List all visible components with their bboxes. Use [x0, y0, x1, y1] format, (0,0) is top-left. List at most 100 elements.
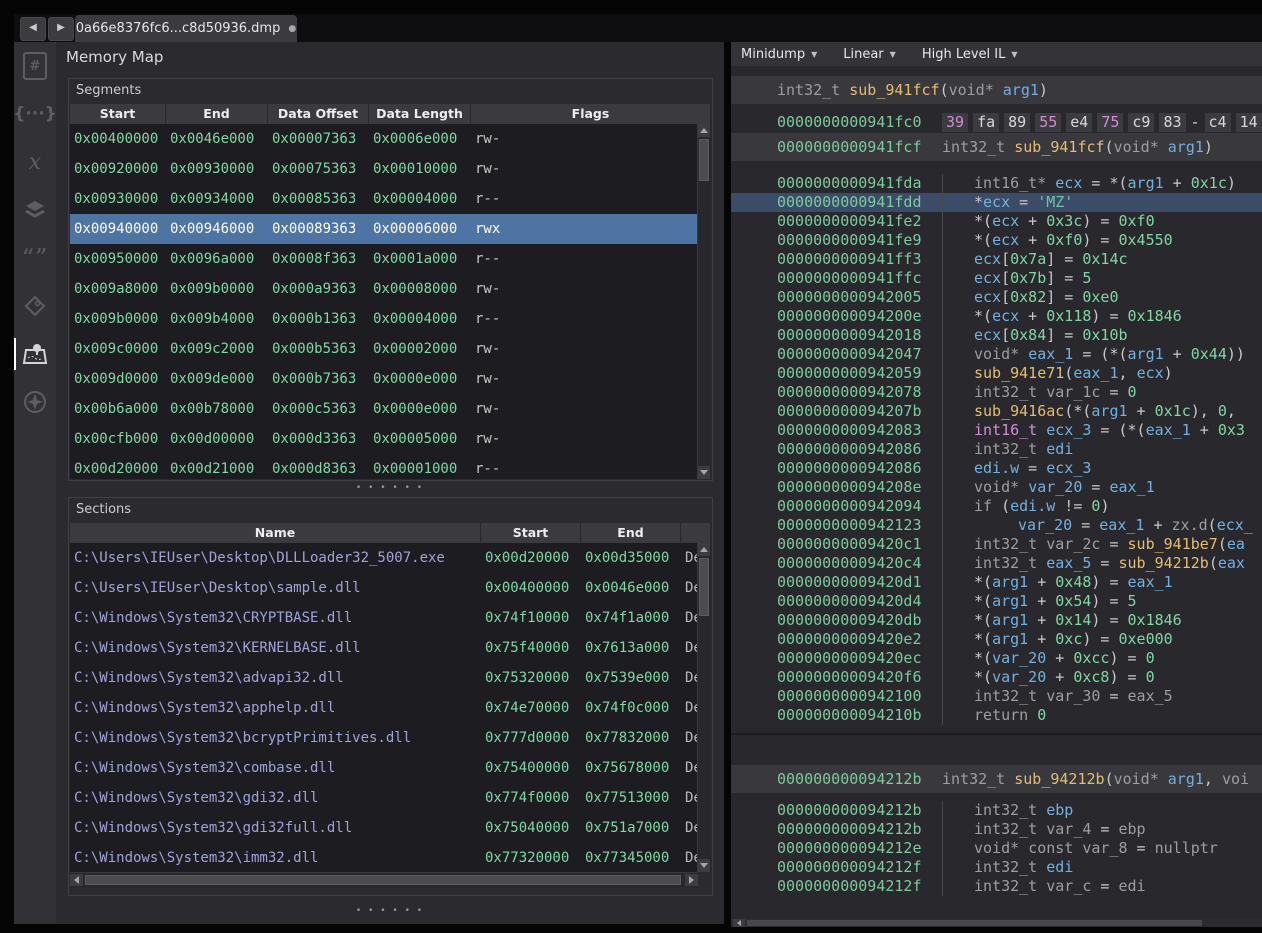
column-header-name[interactable]: Name	[70, 523, 481, 543]
segment-row[interactable]: 0x009500000x0096a0000x0008f3630x0001a000…	[70, 244, 698, 274]
section-row[interactable]: C:\Users\IEUser\Desktop\DLLLoader32_5007…	[70, 543, 698, 573]
scrollbar-thumb[interactable]	[699, 558, 709, 616]
segment-row[interactable]: 0x009400000x009460000x000893630x00006000…	[70, 214, 698, 244]
segments-vertical-scrollbar[interactable]	[697, 124, 711, 479]
code-line[interactable]: 0000000000942018ecx[0x84] = 0x10b	[731, 326, 1262, 345]
column-header-start[interactable]: Start	[70, 104, 166, 124]
column-header-flags[interactable]: Flags	[471, 104, 711, 124]
sidebar-item-variables[interactable]: x	[14, 138, 56, 186]
section-row[interactable]: C:\Windows\System32\KERNELBASE.dll0x75f4…	[70, 633, 698, 663]
sidebar-item-hash-document[interactable]: #	[14, 42, 56, 90]
scrollbar-thumb[interactable]	[85, 875, 681, 885]
segment-row[interactable]: 0x00b6a0000x00b780000x000c53630x0000e000…	[70, 394, 698, 424]
nav-back-button[interactable]: ◀	[20, 17, 46, 41]
function-header-line[interactable]: int32_t sub_941fcf(void* arg1)	[731, 76, 1262, 104]
code-line[interactable]: 000000000094212fint32_t var_c = edi	[731, 877, 1262, 896]
segment-row[interactable]: 0x00cfb0000x00d000000x000d33630x00005000…	[70, 424, 698, 454]
function-header-line[interactable]: 000000000094212bint32_t sub_94212b(void*…	[731, 765, 1262, 793]
code-line[interactable]: 0000000000942094if (edi.w != 0)	[731, 497, 1262, 516]
segment-row[interactable]: 0x004000000x0046e0000x000073630x0006e000…	[70, 124, 698, 154]
sidebar-item-stack[interactable]	[14, 186, 56, 234]
sidebar-item-strings[interactable]: “”	[14, 234, 56, 282]
segment-row[interactable]: 0x009300000x009340000x000853630x00004000…	[70, 184, 698, 214]
column-header-end[interactable]: End	[581, 523, 681, 543]
segment-row[interactable]: 0x009d00000x009de0000x000b73630x0000e000…	[70, 364, 698, 394]
code-line[interactable]: 00000000009420d4*(arg1 + 0x54) = 5	[731, 592, 1262, 611]
code-line[interactable]: 0000000000942086edi.w = ecx_3	[731, 459, 1262, 478]
sidebar-item-compass[interactable]	[14, 378, 56, 426]
code-line[interactable]: 000000000094212evoid* const var_8 = null…	[731, 839, 1262, 858]
nav-forward-button[interactable]: ▶	[48, 17, 74, 41]
code-line[interactable]: 0000000000941ffcecx[0x7b] = 5	[731, 269, 1262, 288]
sidebar-item-types[interactable]: {···}	[14, 90, 56, 138]
segment-row[interactable]: 0x009a80000x009b00000x000a93630x00008000…	[70, 274, 698, 304]
scroll-right-button[interactable]	[685, 874, 698, 886]
linear-disassembly-view[interactable]: int32_t sub_941fcf(void* arg1) 0000000000…	[731, 66, 1262, 919]
code-line[interactable]: 0000000000942047void* eax_1 = (*(arg1 + …	[731, 345, 1262, 364]
scrollbar-thumb[interactable]	[747, 920, 1202, 926]
segment-row[interactable]: 0x009b00000x009b40000x000b13630x00004000…	[70, 304, 698, 334]
column-header-end[interactable]: End	[166, 104, 268, 124]
sidebar-item-memory-map[interactable]	[14, 330, 56, 378]
segment-row[interactable]: 0x009c00000x009c20000x000b53630x00002000…	[70, 334, 698, 364]
code-line[interactable]: 0000000000942005ecx[0x82] = 0xe0	[731, 288, 1262, 307]
section-row[interactable]: C:\Windows\System32\apphelp.dll0x74e7000…	[70, 693, 698, 723]
view-frame-dropdown[interactable]: Minidump ▼	[741, 47, 817, 62]
column-header-data-length[interactable]: Data Length	[369, 104, 471, 124]
section-row[interactable]: C:\Users\IEUser\Desktop\sample.dll0x0040…	[70, 573, 698, 603]
code-line[interactable]: 00000000009420d1*(arg1 + 0x48) = eax_1	[731, 573, 1262, 592]
code-line[interactable]: 0000000000941ff3ecx[0x7a] = 0x14c	[731, 250, 1262, 269]
section-row[interactable]: C:\Windows\System32\gdi32full.dll0x75040…	[70, 813, 698, 843]
code-line[interactable]: 00000000009420c1int32_t var_2c = sub_941…	[731, 535, 1262, 554]
scroll-down-button[interactable]	[698, 859, 710, 872]
code-line[interactable]: 000000000094212bint32_t var_4 = ebp	[731, 820, 1262, 839]
column-header-semantics[interactable]	[681, 523, 711, 543]
scroll-down-button[interactable]	[698, 466, 710, 479]
section-row[interactable]: C:\Windows\System32\combase.dll0x7540000…	[70, 753, 698, 783]
section-row[interactable]: C:\Windows\System32\gdi32.dll0x774f00000…	[70, 783, 698, 813]
section-row[interactable]: C:\Windows\System32\advapi32.dll0x753200…	[70, 663, 698, 693]
scroll-up-button[interactable]	[698, 124, 710, 137]
code-line[interactable]: 000000000094212bint32_t ebp	[731, 801, 1262, 820]
code-line[interactable]: 0000000000941fe9*(ecx + 0xf0) = 0x4550	[731, 231, 1262, 250]
code-line[interactable]: 0000000000942083int16_t ecx_3 = (*(eax_1…	[731, 421, 1262, 440]
code-line[interactable]: 000000000094210breturn 0	[731, 706, 1262, 725]
section-row[interactable]: C:\Windows\System32\imm32.dll0x773200000…	[70, 843, 698, 872]
code-line[interactable]: 0000000000942100int32_t var_30 = eax_5	[731, 687, 1262, 706]
code-line[interactable]: 00000000009420db*(arg1 + 0x14) = 0x1846	[731, 611, 1262, 630]
scroll-left-button[interactable]	[733, 919, 745, 927]
function-header-line[interactable]: 0000000000941fcfint32_t sub_941fcf(void*…	[731, 133, 1262, 161]
code-line[interactable]: 00000000009420f6*(var_20 + 0xc8) = 0	[731, 668, 1262, 687]
document-tab[interactable]: 0a66e8376fc6...c8d50936.dmp ●	[75, 15, 297, 42]
code-line[interactable]: 0000000000942086int32_t edi	[731, 440, 1262, 459]
segment-row[interactable]: 0x009200000x009300000x000753630x00010000…	[70, 154, 698, 184]
view-layout-dropdown[interactable]: Linear ▼	[843, 47, 896, 62]
code-line[interactable]: 0000000000942078int32_t var_1c = 0	[731, 383, 1262, 402]
section-row[interactable]: C:\Windows\System32\CRYPTBASE.dll0x74f10…	[70, 603, 698, 633]
code-line[interactable]: 0000000000942059sub_941e71(eax_1, ecx)	[731, 364, 1262, 383]
il-level-dropdown[interactable]: High Level IL ▼	[922, 47, 1018, 62]
code-line[interactable]: 000000000094212fint32_t edi	[731, 858, 1262, 877]
sidebar-item-tags[interactable]	[14, 282, 56, 330]
column-header-data-offset[interactable]: Data Offset	[268, 104, 369, 124]
scrollbar-thumb[interactable]	[699, 139, 709, 181]
code-line[interactable]: 0000000000941fdd*ecx = 'MZ'	[731, 193, 1262, 212]
linear-view-horizontal-scrollbar[interactable]	[731, 919, 1262, 927]
code-line[interactable]: 00000000009420c4int32_t eax_5 = sub_9421…	[731, 554, 1262, 573]
sections-vertical-scrollbar[interactable]	[697, 543, 711, 872]
code-line[interactable]: 000000000094200e*(ecx + 0x118) = 0x1846	[731, 307, 1262, 326]
scroll-left-button[interactable]	[70, 874, 83, 886]
code-line[interactable]: 0000000000941fdaint16_t* ecx = *(arg1 + …	[731, 174, 1262, 193]
code-line[interactable]: 000000000094208evoid* var_20 = eax_1	[731, 478, 1262, 497]
sections-horizontal-scrollbar[interactable]	[70, 872, 698, 887]
scroll-up-button[interactable]	[698, 543, 710, 556]
hex-bytes-line[interactable]: 0000000000941fc039fa8955e475c983-c4145e5	[731, 111, 1262, 133]
column-header-start[interactable]: Start	[481, 523, 581, 543]
panel-splitter-handle[interactable]: • • • • • •	[56, 484, 724, 492]
code-line[interactable]: 000000000094207bsub_9416ac(*(arg1 + 0x1c…	[731, 402, 1262, 421]
section-row[interactable]: C:\Windows\System32\bcryptPrimitives.dll…	[70, 723, 698, 753]
code-line[interactable]: 00000000009420ec*(var_20 + 0xcc) = 0	[731, 649, 1262, 668]
code-line[interactable]: 0000000000942123var_20 = eax_1 + zx.d(ec…	[731, 516, 1262, 535]
segment-row[interactable]: 0x00d200000x00d210000x000d83630x00001000…	[70, 454, 698, 479]
code-line[interactable]: 00000000009420e2*(arg1 + 0xc) = 0xe000	[731, 630, 1262, 649]
